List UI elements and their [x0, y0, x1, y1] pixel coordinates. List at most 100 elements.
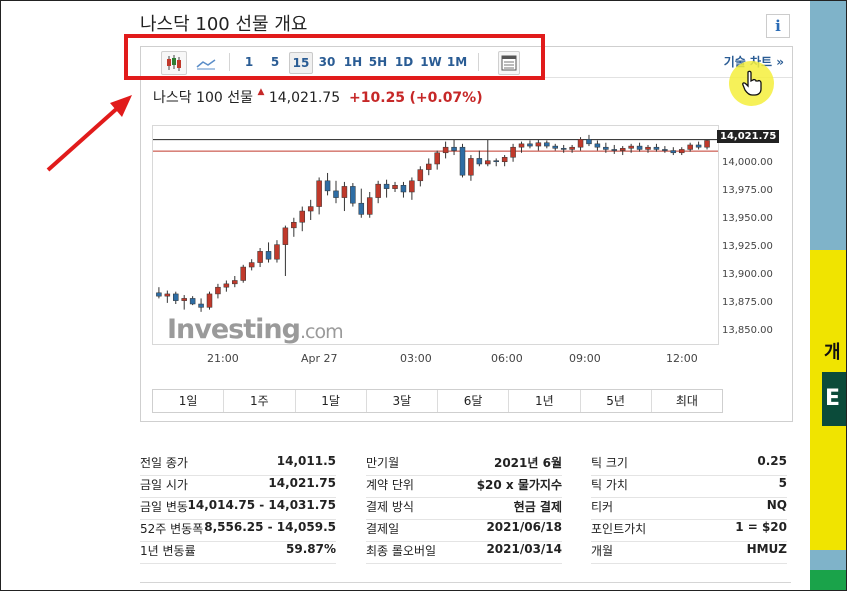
price-change: +10.25 [349, 90, 406, 106]
candle-body [594, 143, 601, 148]
candle-body [291, 221, 297, 229]
candle-body [695, 144, 702, 148]
x-tick-label: Apr 27 [301, 352, 338, 365]
y-tick-label: 13,975.00 [722, 185, 773, 196]
candle-body [603, 146, 609, 150]
period-1y[interactable]: 1년 [509, 390, 581, 412]
candle-body [510, 146, 516, 158]
stat-row: 틱 크기 0.25 [591, 453, 787, 476]
last-price: 14,021.75 [268, 90, 341, 106]
y-tick-label: 13,875.00 [722, 297, 773, 308]
stat-row: 틱 가치 5 [591, 475, 787, 498]
candle-body [341, 186, 348, 198]
candle-body [324, 180, 331, 192]
candle-body [189, 298, 196, 305]
candle-body [518, 143, 525, 148]
candle-body [400, 185, 407, 193]
last-price-tag: 14,021.75 [717, 130, 780, 143]
stat-row: 1년 변동률 59.87% [140, 541, 336, 564]
candle-body [636, 145, 643, 150]
section-divider [140, 582, 791, 583]
period-5y[interactable]: 5년 [581, 390, 652, 412]
page-title: 나스닥 100 선물 개요 [140, 14, 308, 35]
candle-body [434, 152, 440, 165]
y-tick-label: 13,900.00 [722, 269, 773, 280]
candle-body [426, 163, 432, 170]
stat-row: 결제 방식 현금 결제 [366, 497, 562, 520]
period-3m[interactable]: 3달 [367, 390, 438, 412]
candle-body [274, 244, 280, 260]
candle-body [299, 210, 306, 223]
period-6m[interactable]: 6달 [438, 390, 510, 412]
y-tick-label: 13,850.00 [722, 325, 773, 336]
candle-body [687, 144, 693, 150]
price-change-pct: (+0.07%) [409, 90, 483, 106]
stat-row: 전일 종가 14,011.5 [140, 453, 336, 476]
candle-body [206, 293, 213, 308]
candle-body [181, 298, 187, 301]
x-tick-label: 09:00 [569, 352, 601, 365]
stat-row: 금일 시가 14,021.75 [140, 475, 336, 498]
side-advertisement[interactable]: 개 E [810, 0, 847, 591]
y-tick-label: 14,000.00 [722, 157, 773, 168]
candle-body [552, 145, 558, 149]
candle-body [476, 158, 483, 165]
up-arrow-icon: ▲ [257, 87, 265, 97]
ad-badge: E [822, 372, 847, 426]
candle-body [527, 143, 533, 147]
candle-body [653, 146, 660, 150]
stat-row: 결제일 2021/06/18 [366, 519, 562, 542]
candle-body [417, 169, 424, 182]
stat-row: 계약 단위 $20 x 물가지수 [366, 475, 562, 498]
candle-body [409, 180, 415, 193]
x-tick-label: 12:00 [666, 352, 698, 365]
candle-body [485, 160, 491, 165]
candle-body [619, 148, 626, 151]
chart-widget: 1 5 15 30 1H 5H 1D 1W 1M 기술 차트 » 나스닥 100… [140, 46, 793, 422]
candle-body [451, 146, 457, 151]
stat-row: 티커 NQ [591, 497, 787, 520]
candle-body [316, 180, 322, 207]
candle-body [392, 185, 398, 189]
period-1w[interactable]: 1주 [224, 390, 296, 412]
info-icon[interactable]: i [766, 14, 790, 38]
candle-body [670, 150, 677, 154]
candle-body [501, 157, 508, 163]
candle-body [240, 266, 246, 281]
candle-body [164, 293, 171, 297]
candle-body [468, 158, 474, 176]
x-tick-label: 03:00 [400, 352, 432, 365]
stat-row: 만기월 2021년 6월 [366, 453, 562, 476]
stat-row: 포인트가치 1 = $20 [591, 519, 787, 542]
candle-body [577, 139, 584, 148]
candle-body [257, 251, 263, 263]
highlight-annotation-box [124, 34, 545, 80]
price-chart[interactable]: Investing.com [152, 125, 719, 345]
candle-body [704, 140, 710, 148]
candle-body [215, 286, 221, 295]
candle-body [248, 262, 255, 268]
hand-cursor-icon [742, 70, 762, 96]
y-tick-label: 13,925.00 [722, 241, 773, 252]
candle-body [307, 206, 314, 212]
candle-body [173, 293, 179, 301]
candle-body [544, 142, 550, 147]
stat-row: 금일 변동 14,014.75 - 14,031.75 [140, 497, 336, 520]
candle-body [375, 183, 381, 198]
candle-body [535, 142, 542, 147]
period-1m[interactable]: 1달 [296, 390, 367, 412]
period-1d[interactable]: 1일 [153, 390, 225, 412]
red-arrow-annotation [46, 95, 132, 172]
period-selector: 1일 1주 1달 3달 6달 1년 5년 최대 [152, 389, 723, 413]
y-tick-label: 13,950.00 [722, 213, 773, 224]
candle-body [265, 251, 272, 260]
candle-body [645, 146, 651, 150]
candle-body [383, 183, 390, 189]
stat-row: 52주 변동폭 8,556.25 - 14,059.5 [140, 519, 336, 542]
candle-body [611, 149, 618, 151]
candle-body [628, 145, 634, 149]
candle-body [282, 227, 289, 245]
stat-row: 개월 HMUZ [591, 541, 787, 564]
period-max[interactable]: 최대 [652, 390, 722, 412]
x-tick-label: 21:00 [207, 352, 239, 365]
